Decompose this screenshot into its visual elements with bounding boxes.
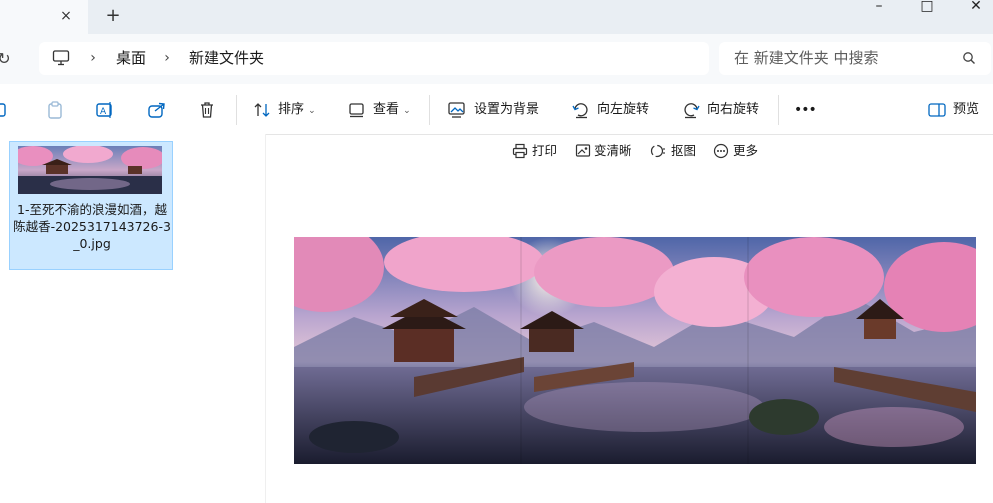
- more-icon[interactable]: [713, 143, 729, 159]
- command-separator: [778, 95, 779, 125]
- cutout-icon[interactable]: [650, 143, 666, 159]
- preview-button[interactable]: 预览: [953, 101, 979, 119]
- rotate-right-button[interactable]: 向右旋转: [707, 101, 759, 119]
- cutout-button[interactable]: 抠图: [671, 142, 696, 160]
- title-bar: [0, 0, 993, 34]
- preview-pane-icon[interactable]: [927, 100, 947, 120]
- breadcrumb-separator-icon[interactable]: ›: [161, 49, 173, 67]
- more-button[interactable]: 更多: [733, 142, 758, 160]
- enhance-icon[interactable]: [575, 143, 591, 159]
- tab-close-button[interactable]: ×: [58, 8, 74, 24]
- maximize-button[interactable]: □: [904, 0, 950, 14]
- tab-folder[interactable]: [0, 0, 88, 34]
- file-name-label: 1-至死不渝的浪漫如酒，越陈越香-2025317143726-3_0.jpg: [13, 202, 171, 251]
- minimize-button[interactable]: –: [856, 0, 902, 14]
- file-thumbnail[interactable]: [18, 146, 162, 194]
- breadcrumb-new-folder[interactable]: 新建文件夹: [189, 48, 264, 68]
- rotate-left-icon[interactable]: [571, 100, 591, 120]
- sort-icon[interactable]: [252, 100, 272, 120]
- view-icon[interactable]: [347, 100, 367, 120]
- chevron-down-icon: ⌄: [403, 106, 411, 116]
- breadcrumb-desktop[interactable]: 桌面: [116, 48, 146, 68]
- view-button[interactable]: 查看 ⌄: [373, 101, 411, 119]
- rotate-left-button[interactable]: 向左旋转: [597, 101, 649, 119]
- rename-icon[interactable]: A: [95, 100, 115, 120]
- search-placeholder: 在 新建文件夹 中搜索: [734, 49, 879, 67]
- search-icon[interactable]: [962, 51, 976, 65]
- image-preview: [294, 237, 976, 464]
- rotate-right-icon[interactable]: [681, 100, 701, 120]
- breadcrumb-separator-icon[interactable]: ›: [87, 49, 99, 67]
- refresh-button[interactable]: ↻: [0, 49, 14, 69]
- command-separator: [236, 95, 237, 125]
- this-pc-icon[interactable]: [52, 49, 70, 67]
- command-separator: [429, 95, 430, 125]
- view-label: 查看: [373, 102, 400, 117]
- close-window-button[interactable]: ✕: [953, 0, 993, 14]
- set-background-button[interactable]: 设置为背景: [474, 101, 539, 119]
- share-icon[interactable]: [147, 100, 167, 120]
- enhance-button[interactable]: 变清晰: [594, 142, 632, 160]
- copy-icon[interactable]: [0, 100, 12, 120]
- chevron-down-icon: ⌄: [308, 106, 316, 116]
- print-button[interactable]: 打印: [532, 142, 557, 160]
- print-icon[interactable]: [512, 143, 528, 159]
- sort-button[interactable]: 排序 ⌄: [278, 101, 316, 119]
- set-background-icon[interactable]: [447, 100, 467, 120]
- svg-text:A: A: [100, 107, 107, 117]
- new-tab-button[interactable]: +: [104, 7, 122, 25]
- delete-icon[interactable]: [197, 100, 217, 120]
- sort-label: 排序: [278, 102, 305, 117]
- paste-icon[interactable]: [45, 100, 65, 120]
- more-options-button[interactable]: •••: [794, 101, 817, 119]
